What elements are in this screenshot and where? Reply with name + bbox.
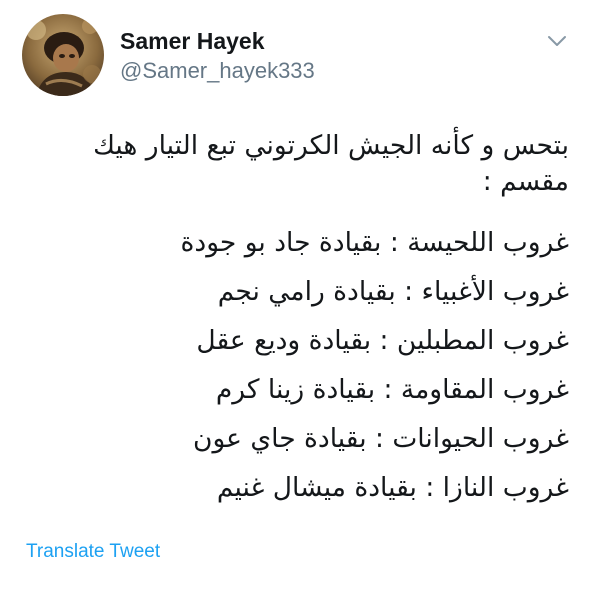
group-line: غروب الأغبياء : بقيادة رامي نجم bbox=[217, 276, 569, 307]
tweet-card: Samer Hayek @Samer_hayek333 بتحس و كأنه … bbox=[0, 0, 591, 591]
tweet-line: بتحس و كأنه الجيش الكرتوني تبع التيار هي… bbox=[93, 130, 569, 161]
avatar[interactable] bbox=[22, 14, 104, 96]
display-name[interactable]: Samer Hayek bbox=[120, 28, 315, 54]
user-handle[interactable]: @Samer_hayek333 bbox=[120, 58, 315, 84]
group-line: غروب المقاومة : بقيادة زينا كرم bbox=[215, 374, 569, 405]
group-line: غروب الحيوانات : بقيادة جاي عون bbox=[193, 423, 569, 454]
translate-tweet-link[interactable]: Translate Tweet bbox=[26, 540, 160, 564]
group-line: غروب النازا : بقيادة ميشال غنيم bbox=[216, 472, 569, 503]
group-line: غروب المطبلين : بقيادة وديع عقل bbox=[196, 325, 569, 356]
author-block[interactable]: Samer Hayek @Samer_hayek333 bbox=[120, 28, 315, 84]
avatar-image bbox=[22, 14, 104, 96]
chevron-down-icon[interactable] bbox=[547, 34, 567, 48]
tweet-text: بتحس و كأنه الجيش الكرتوني تبع التيار هي… bbox=[20, 128, 569, 512]
group-line: غروب اللحيسة : بقيادة جاد بو جودة bbox=[180, 227, 569, 258]
tweet-line: مقسم : bbox=[482, 166, 569, 197]
